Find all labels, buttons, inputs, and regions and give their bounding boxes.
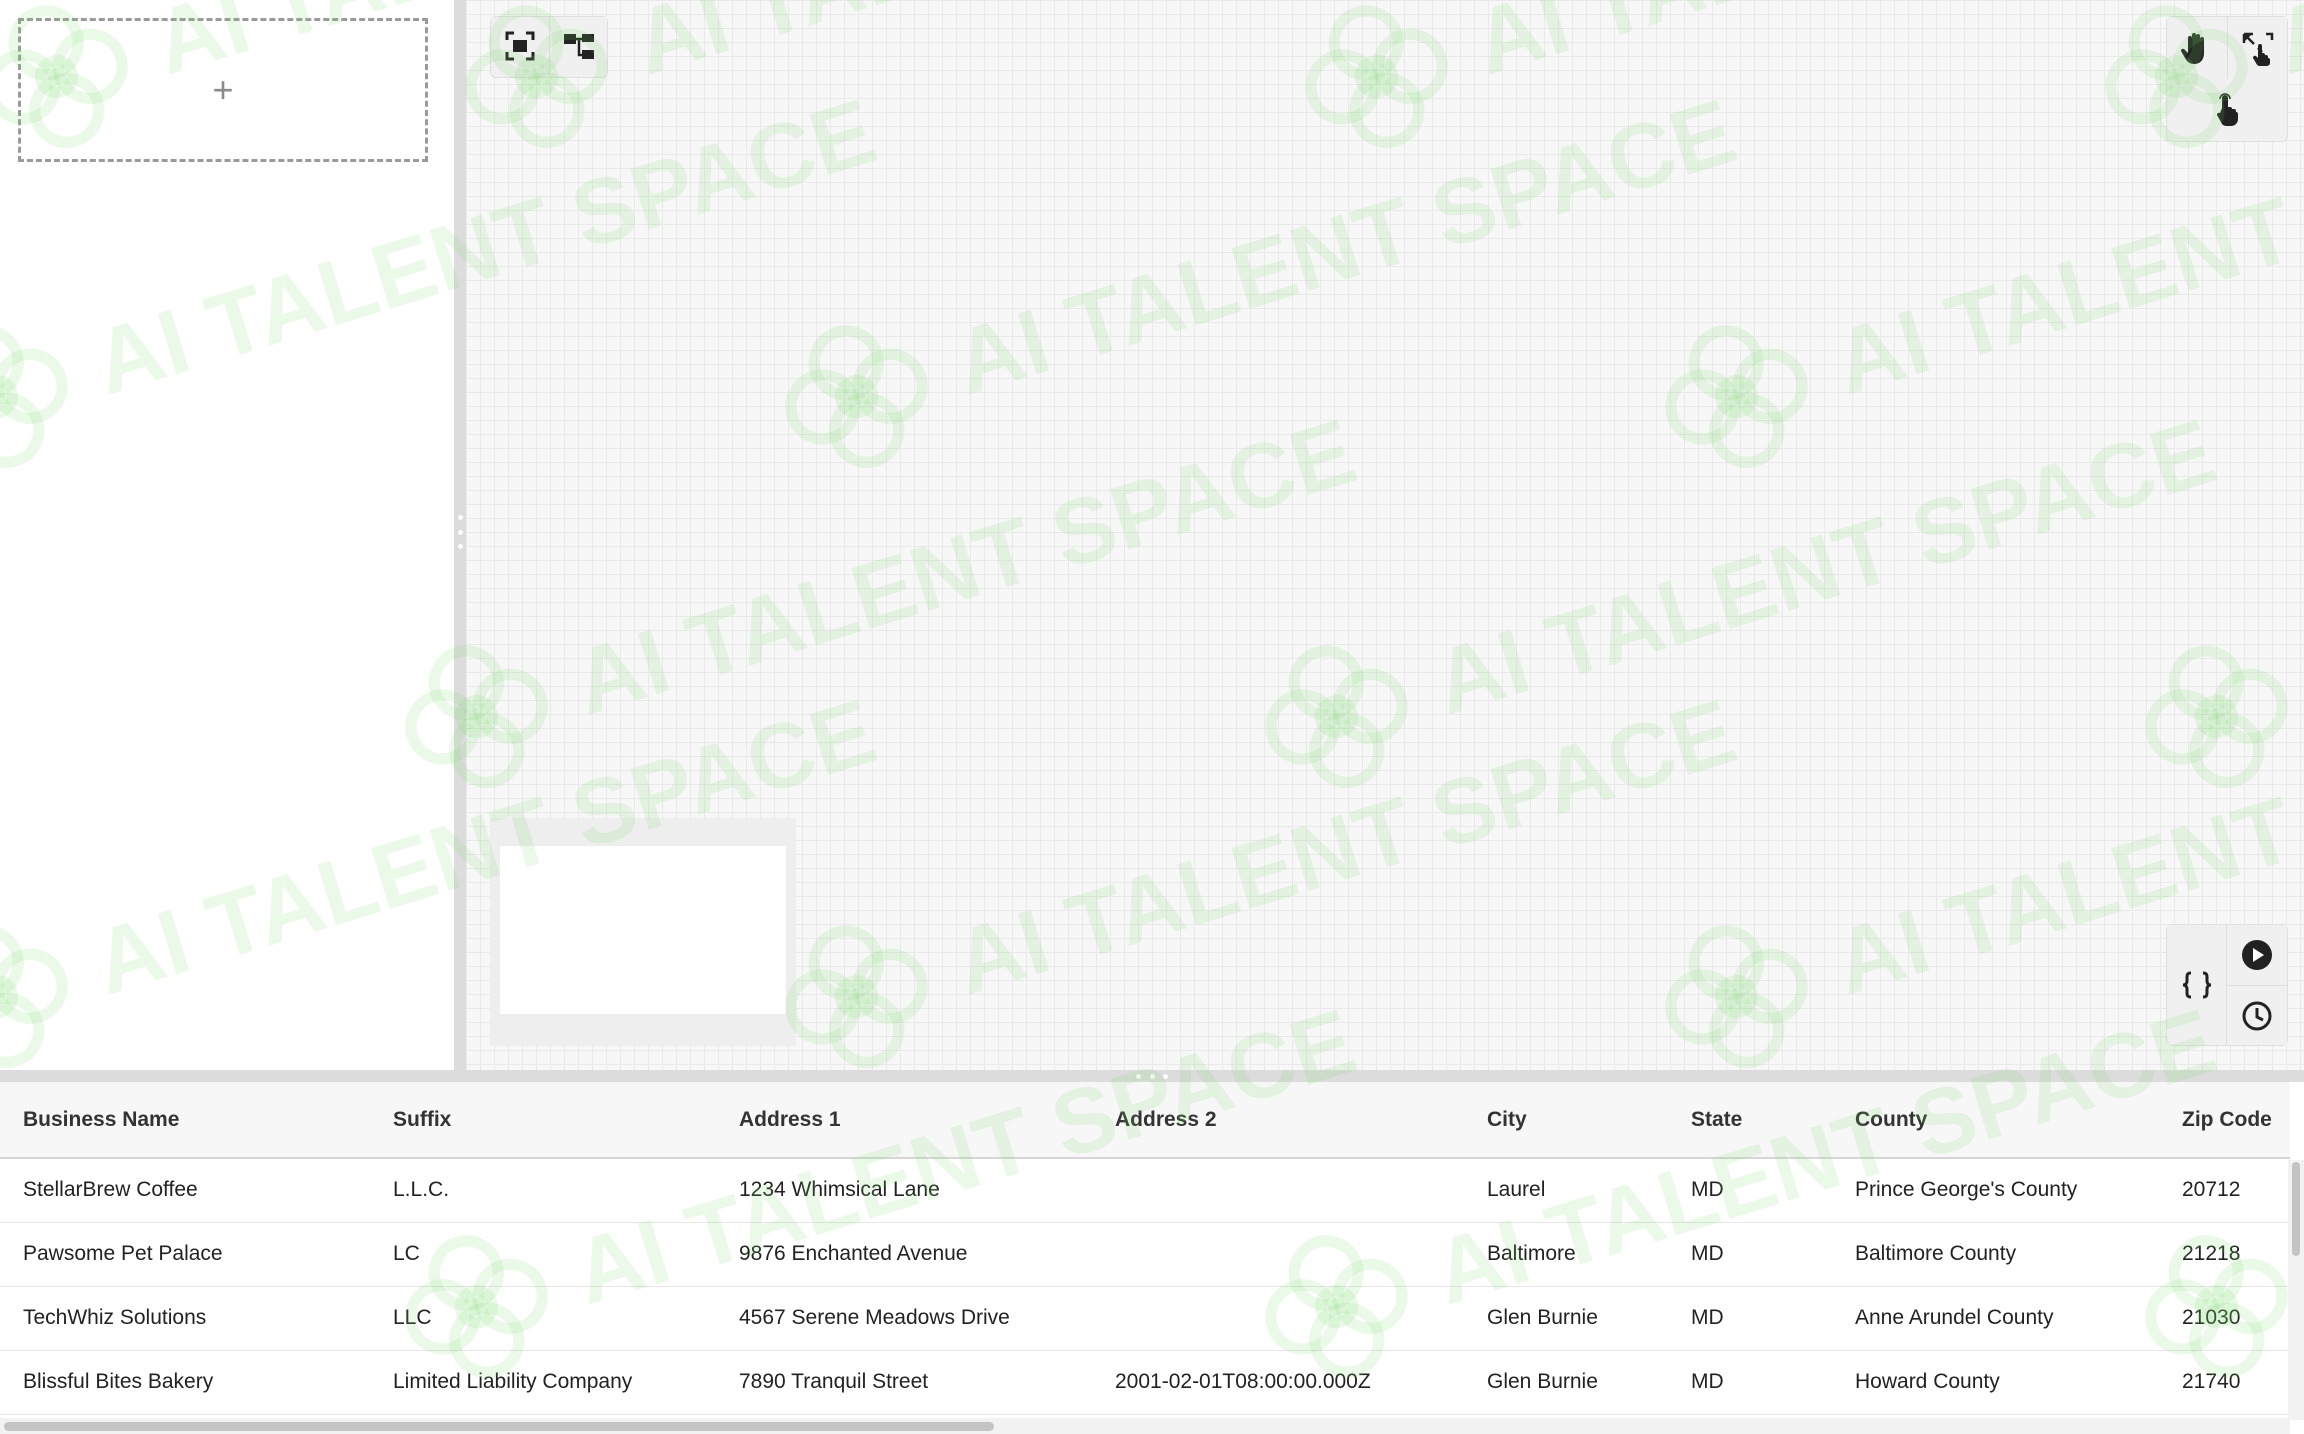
canvas-toolbar-left	[490, 16, 608, 78]
hand-pan-icon	[2180, 33, 2204, 64]
table-cell: Glen Burnie	[1464, 1350, 1668, 1415]
table-cell	[1092, 1222, 1464, 1287]
table-cell: MD	[1668, 1158, 1832, 1223]
minimap-viewport[interactable]	[500, 846, 786, 1014]
table-cell: 9876 Enchanted Avenue	[716, 1222, 1092, 1287]
table-cell: Baltimore County	[1832, 1222, 2159, 1287]
expand-mode-button[interactable]	[2227, 17, 2287, 79]
column-header[interactable]: County	[1832, 1082, 2159, 1159]
table-cell: 7890 Tranquil Street	[716, 1350, 1092, 1415]
table-cell: Limited Liability Company	[370, 1350, 716, 1415]
column-header[interactable]: Address 2	[1092, 1082, 1464, 1159]
column-header[interactable]: Address 1	[716, 1082, 1092, 1159]
play-icon	[2242, 940, 2272, 970]
table-row[interactable]: TechWhiz Solutions LLC 4567 Serene Meado…	[0, 1286, 2290, 1351]
history-clock-icon	[2242, 1001, 2272, 1030]
fit-view-button[interactable]	[491, 17, 549, 75]
table-cell: Baltimore	[1464, 1222, 1668, 1287]
column-header[interactable]: State	[1668, 1082, 1832, 1159]
table-cell: Prince George's County	[1832, 1158, 2159, 1223]
table-cell: Glen Burnie	[1464, 1286, 1668, 1351]
table-row[interactable]: Pawsome Pet Palace LC 9876 Enchanted Ave…	[0, 1222, 2290, 1287]
vertical-splitter[interactable]	[454, 0, 466, 1070]
horizontal-splitter[interactable]	[0, 1070, 2304, 1082]
table-cell: Anne Arundel County	[1832, 1286, 2159, 1351]
canvas-toolbar-bottom	[2166, 924, 2288, 1046]
add-node-dropzone[interactable]: +	[18, 18, 428, 162]
column-header[interactable]: Business Name	[0, 1082, 370, 1159]
column-header[interactable]: Suffix	[370, 1082, 716, 1159]
drag-handle-icon	[457, 515, 463, 549]
table-row[interactable]: Blissful Bites Bakery Limited Liability …	[0, 1350, 2290, 1415]
table-cell: LC	[370, 1222, 716, 1287]
table-cell: 21740	[2159, 1350, 2290, 1415]
table-cell: Pawsome Pet Palace	[0, 1222, 370, 1287]
table-cell: StellarBrew Coffee	[0, 1158, 370, 1223]
table-horizontal-scrollbar[interactable]	[0, 1418, 2290, 1434]
json-view-button[interactable]	[2167, 925, 2227, 1045]
pan-mode-button[interactable]	[2167, 17, 2227, 79]
table-cell: MD	[1668, 1286, 1832, 1351]
column-header[interactable]: City	[1464, 1082, 1668, 1159]
table-cell: TechWhiz Solutions	[0, 1286, 370, 1351]
data-table-panel: Business Name Suffix Address 1 Address 2…	[0, 1082, 2304, 1434]
flow-canvas[interactable]	[466, 0, 2304, 1070]
table-cell: 2001-02-01T08:00:00.000Z	[1092, 1350, 1464, 1415]
column-header[interactable]: Zip Code	[2159, 1082, 2290, 1159]
table-vertical-scrollbar[interactable]	[2288, 1160, 2304, 1420]
table-cell: MD	[1668, 1222, 1832, 1287]
table-cell: Howard County	[1832, 1350, 2159, 1415]
auto-layout-button[interactable]	[549, 17, 607, 75]
pointer-select-icon	[2216, 93, 2238, 126]
table-cell: LLC	[370, 1286, 716, 1351]
table-header-row: Business Name Suffix Address 1 Address 2…	[0, 1082, 2290, 1159]
auto-layout-icon	[563, 34, 594, 59]
table-cell: Blissful Bites Bakery	[0, 1350, 370, 1415]
left-panel: +	[0, 0, 454, 1070]
table-cell: 21030	[2159, 1286, 2290, 1351]
data-table: Business Name Suffix Address 1 Address 2…	[0, 1082, 2290, 1415]
history-button[interactable]	[2227, 985, 2287, 1045]
code-braces-icon	[2182, 971, 2211, 999]
table-cell: 20712	[2159, 1158, 2290, 1223]
table-cell: MD	[1668, 1350, 1832, 1415]
minimap[interactable]	[490, 818, 796, 1046]
scrollbar-thumb[interactable]	[4, 1422, 994, 1431]
table-cell: Laurel	[1464, 1158, 1668, 1223]
select-mode-button[interactable]	[2197, 79, 2257, 141]
table-cell	[1092, 1158, 1464, 1223]
fit-view-icon	[505, 31, 535, 61]
table-cell: 1234 Whimsical Lane	[716, 1158, 1092, 1223]
plus-icon: +	[212, 69, 234, 110]
canvas-toolbar-right	[2166, 16, 2288, 142]
table-cell	[1092, 1286, 1464, 1351]
run-button[interactable]	[2227, 925, 2287, 985]
drag-handle-icon	[1136, 1073, 1168, 1079]
table-cell: 21218	[2159, 1222, 2290, 1287]
scrollbar-thumb[interactable]	[2292, 1162, 2300, 1256]
table-cell: 4567 Serene Meadows Drive	[716, 1286, 1092, 1351]
expand-cursor-icon	[2242, 32, 2273, 66]
table-cell: L.L.C.	[370, 1158, 716, 1223]
table-row[interactable]: StellarBrew Coffee L.L.C. 1234 Whimsical…	[0, 1158, 2290, 1223]
